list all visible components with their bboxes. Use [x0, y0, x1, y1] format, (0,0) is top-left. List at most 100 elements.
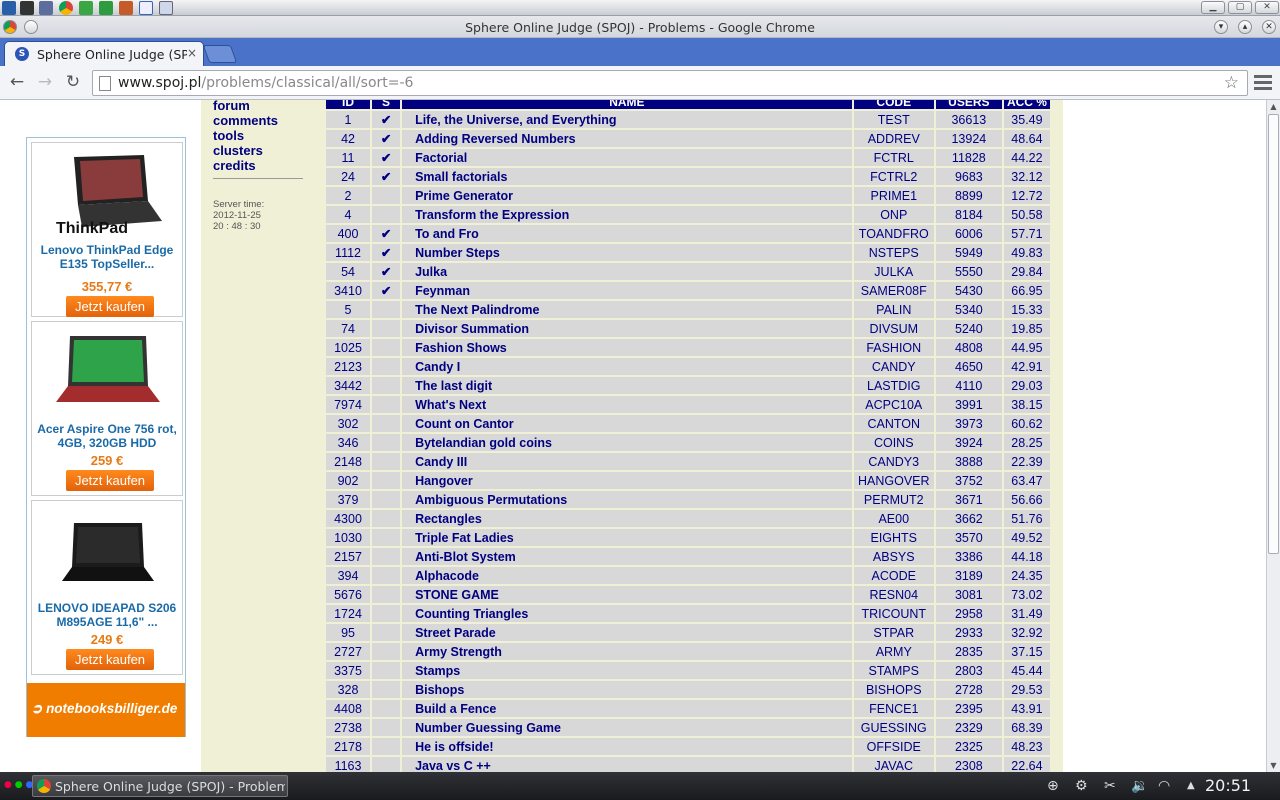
ad-product-name[interactable]: Lenovo ThinkPad Edge E135 TopSeller... [34, 243, 180, 271]
table-row[interactable]: 54 ✔ Julka JULKA 5550 29.84 [326, 263, 1050, 280]
header-users[interactable]: USERS [935, 100, 1002, 109]
problem-code-link[interactable]: ARMY [853, 643, 934, 660]
problem-id[interactable]: 346 [326, 434, 371, 451]
tray-wifi-icon[interactable]: ◠ [1158, 778, 1170, 794]
problem-code-link[interactable]: ACPC10A [853, 396, 934, 413]
reload-button[interactable]: ↻ [62, 71, 84, 93]
nav-clusters[interactable]: clusters [213, 143, 263, 158]
problem-id[interactable]: 4 [326, 206, 371, 223]
url-text[interactable]: www.spoj.pl/problems/classical/all/sort=… [118, 75, 413, 91]
problem-code-link[interactable]: ONP [853, 206, 934, 223]
problem-users-link[interactable]: 2325 [935, 738, 1002, 755]
table-row[interactable]: 2727 Army Strength ARMY 2835 37.15 [326, 643, 1050, 660]
problem-id[interactable]: 3375 [326, 662, 371, 679]
nav-forum[interactable]: forum [213, 100, 250, 113]
filemanager-icon[interactable] [39, 1, 53, 15]
problem-users-link[interactable]: 4808 [935, 339, 1002, 356]
table-row[interactable]: 379 Ambiguous Permutations PERMUT2 3671 56.6… [326, 491, 1050, 508]
problem-users-link[interactable]: 5949 [935, 244, 1002, 261]
notebooksbilliger-logo[interactable]: ➲ notebooksbilliger.de [27, 683, 185, 737]
table-row[interactable]: 3410 ✔ Feynman SAMER08F 5430 66.95 [326, 282, 1050, 299]
table-row[interactable]: 346 Bytelandian gold coins COINS 3924 28.25 [326, 434, 1050, 451]
problem-users-link[interactable]: 3752 [935, 472, 1002, 489]
new-tab-button[interactable] [202, 45, 238, 63]
problem-name-link[interactable]: Julka [402, 263, 852, 280]
problem-name-link[interactable]: Small factorials [402, 168, 852, 185]
panel-close-icon[interactable]: ✕ [1255, 1, 1279, 14]
problem-users-link[interactable]: 3973 [935, 415, 1002, 432]
problem-code-link[interactable]: EIGHTS [853, 529, 934, 546]
problem-name-link[interactable]: Number Guessing Game [402, 719, 852, 736]
panel-restore-icon[interactable]: ▢ [1228, 1, 1252, 14]
ad-banner[interactable]: ▷ ThinkPad Lenovo ThinkPad Edge E135 Top… [26, 137, 186, 737]
problem-code-link[interactable]: JAVAC [853, 757, 934, 772]
table-row[interactable]: 3375 Stamps STAMPS 2803 45.44 [326, 662, 1050, 679]
problem-id[interactable]: 95 [326, 624, 371, 641]
problem-id[interactable]: 394 [326, 567, 371, 584]
problem-users-link[interactable]: 4650 [935, 358, 1002, 375]
problem-id[interactable]: 2727 [326, 643, 371, 660]
terminal-icon[interactable] [20, 1, 34, 15]
problem-name-link[interactable]: The Next Palindrome [402, 301, 852, 318]
problem-name-link[interactable]: Factorial [402, 149, 852, 166]
problem-code-link[interactable]: TEST [853, 111, 934, 128]
nav-tools[interactable]: tools [213, 128, 244, 143]
table-row[interactable]: 2738 Number Guessing Game GUESSING 2329 68.3… [326, 719, 1050, 736]
problem-id[interactable]: 379 [326, 491, 371, 508]
problem-users-link[interactable]: 2803 [935, 662, 1002, 679]
problem-users-link[interactable]: 3189 [935, 567, 1002, 584]
problem-users-link[interactable]: 36613 [935, 111, 1002, 128]
table-row[interactable]: 394 Alphacode ACODE 3189 24.35 [326, 567, 1050, 584]
problem-name-link[interactable]: Count on Cantor [402, 415, 852, 432]
ad-product-name[interactable]: Acer Aspire One 756 rot, 4GB, 320GB HDD [34, 422, 180, 450]
presentation-icon[interactable] [119, 1, 133, 15]
taskbar-clock[interactable]: 20:51 [1205, 776, 1251, 795]
problem-id[interactable]: 2 [326, 187, 371, 204]
problem-id[interactable]: 2178 [326, 738, 371, 755]
problem-id[interactable]: 1025 [326, 339, 371, 356]
problem-name-link[interactable]: Bishops [402, 681, 852, 698]
problem-users-link[interactable]: 3570 [935, 529, 1002, 546]
problem-name-link[interactable]: Counting Triangles [402, 605, 852, 622]
problem-code-link[interactable]: RESN04 [853, 586, 934, 603]
problem-code-link[interactable]: FCTRL [853, 149, 934, 166]
panel-minimize-icon[interactable]: ▁ [1201, 1, 1225, 14]
address-bar[interactable]: www.spoj.pl/problems/classical/all/sort=… [92, 70, 1248, 96]
tray-expand-icon[interactable]: ▲ [1187, 780, 1195, 791]
problem-name-link[interactable]: He is offside! [402, 738, 852, 755]
problem-users-link[interactable]: 2835 [935, 643, 1002, 660]
table-row[interactable]: 302 Count on Cantor CANTON 3973 60.62 [326, 415, 1050, 432]
back-button[interactable]: ← [6, 71, 28, 93]
problem-name-link[interactable]: Candy I [402, 358, 852, 375]
problem-id[interactable]: 24 [326, 168, 371, 185]
problem-id[interactable]: 7974 [326, 396, 371, 413]
table-row[interactable]: 5676 STONE GAME RESN04 3081 73.02 [326, 586, 1050, 603]
problem-name-link[interactable]: Build a Fence [402, 700, 852, 717]
window-maximize-button[interactable]: ▴ [1238, 20, 1252, 34]
table-row[interactable]: 400 ✔ To and Fro TOANDFRO 6006 57.71 [326, 225, 1050, 242]
problem-id[interactable]: 54 [326, 263, 371, 280]
problem-code-link[interactable]: PERMUT2 [853, 491, 934, 508]
problem-users-link[interactable]: 4110 [935, 377, 1002, 394]
problem-code-link[interactable]: AE00 [853, 510, 934, 527]
table-row[interactable]: 1112 ✔ Number Steps NSTEPS 5949 49.83 [326, 244, 1050, 261]
table-row[interactable]: 1025 Fashion Shows FASHION 4808 44.95 [326, 339, 1050, 356]
problem-users-link[interactable]: 5430 [935, 282, 1002, 299]
tray-volume-icon[interactable]: 🔉 [1131, 778, 1148, 794]
problem-name-link[interactable]: Street Parade [402, 624, 852, 641]
problem-code-link[interactable]: COINS [853, 434, 934, 451]
problem-id[interactable]: 4300 [326, 510, 371, 527]
problem-users-link[interactable]: 2958 [935, 605, 1002, 622]
problem-users-link[interactable]: 5550 [935, 263, 1002, 280]
problem-users-link[interactable]: 3081 [935, 586, 1002, 603]
task-chrome-window[interactable]: Sphere Online Judge (SPOJ) - Problem [32, 775, 288, 797]
problem-code-link[interactable]: CANTON [853, 415, 934, 432]
problem-code-link[interactable]: JULKA [853, 263, 934, 280]
table-row[interactable]: 4300 Rectangles AE00 3662 51.76 [326, 510, 1050, 527]
problem-id[interactable]: 2157 [326, 548, 371, 565]
tray-scissors-icon[interactable]: ✂ [1104, 778, 1116, 794]
problem-id[interactable]: 302 [326, 415, 371, 432]
problem-id[interactable]: 1030 [326, 529, 371, 546]
problem-code-link[interactable]: HANGOVER [853, 472, 934, 489]
problem-users-link[interactable]: 2933 [935, 624, 1002, 641]
